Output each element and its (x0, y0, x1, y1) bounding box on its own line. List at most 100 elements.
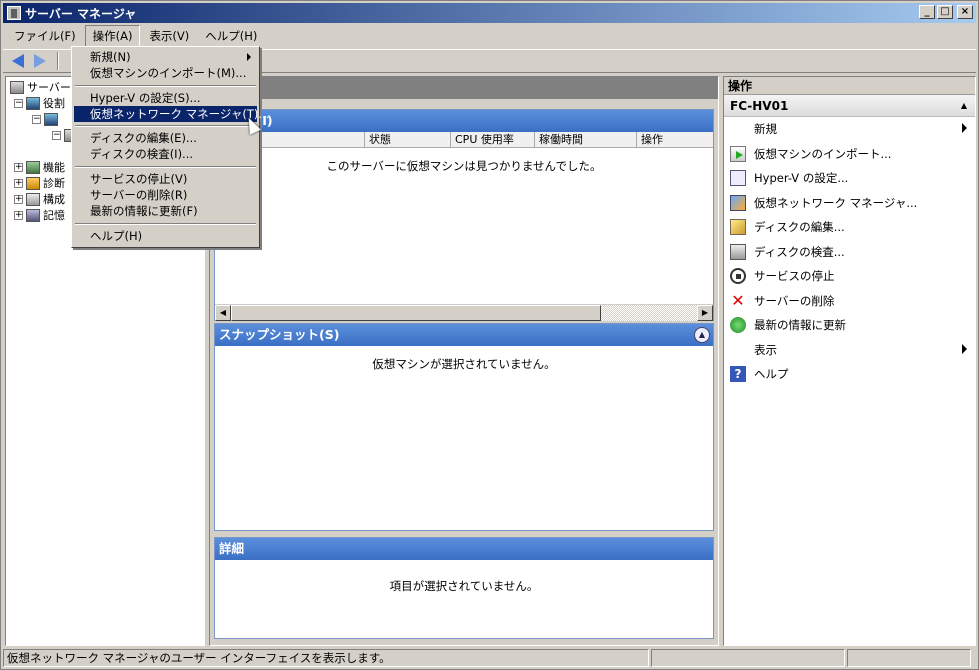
storage-icon (26, 208, 40, 222)
expand-icon[interactable]: + (14, 194, 23, 204)
forward-arrow-icon (34, 54, 46, 68)
menu-inspect-disk[interactable]: ディスクの検査(I)... (74, 146, 257, 162)
menu-refresh[interactable]: 最新の情報に更新(F) (74, 203, 257, 219)
tree-item-root[interactable]: サーバー (10, 79, 71, 95)
close-button[interactable]: × (957, 5, 973, 19)
column-uptime[interactable]: 稼働時間 (535, 132, 637, 147)
tree-item-storage[interactable]: + 記憶 (14, 207, 65, 223)
status-cell-2 (651, 649, 845, 667)
column-cpu[interactable]: CPU 使用率 (451, 132, 535, 147)
scroll-left-icon[interactable]: ◀ (215, 304, 231, 321)
action-new[interactable]: 新規 (724, 117, 975, 142)
roles-icon (26, 96, 40, 110)
menu-virtual-network-manager[interactable]: 仮想ネットワーク マネージャ(T)... (74, 105, 269, 123)
action-label: ディスクの検査... (754, 244, 845, 259)
help-icon: ? (730, 366, 746, 382)
menu-bar: ファイル(F) 操作(A) 表示(V) ヘルプ(H) (3, 25, 976, 47)
actions-pane: 操作 FC-HV01 ▲ 新規 仮想マシンのインポート... Hyper-V の… (723, 76, 976, 646)
delete-icon: ✕ (731, 290, 745, 310)
tree-item-diagnostics[interactable]: + 診断 (14, 175, 65, 191)
menu-new[interactable]: 新規(N) (74, 49, 257, 65)
action-stop-service[interactable]: サービスの停止 (724, 264, 975, 289)
toolbar-separator (57, 52, 59, 70)
action-virtual-network-manager[interactable]: 仮想ネットワーク マネージャ... (724, 191, 975, 216)
scrollbar-thumb[interactable] (231, 304, 601, 321)
menu-help[interactable]: ヘルプ(H) (74, 228, 257, 244)
menu-view[interactable]: 表示(V) (142, 26, 196, 46)
menu-stop-service[interactable]: サービスの停止(V) (74, 171, 257, 187)
menu-action[interactable]: 操作(A) (84, 25, 141, 47)
menu-edit-disk[interactable]: ディスクの編集(E)... (74, 130, 257, 146)
scroll-right-icon[interactable]: ▶ (697, 304, 713, 321)
expand-icon[interactable]: + (14, 178, 23, 188)
action-refresh[interactable]: 最新の情報に更新 (724, 313, 975, 338)
column-operation[interactable]: 操作 (637, 132, 713, 147)
tree-item-configuration[interactable]: + 構成 (14, 191, 65, 207)
action-hyperv-settings[interactable]: Hyper-V の設定... (724, 166, 975, 191)
expand-icon[interactable]: + (14, 210, 23, 220)
horizontal-scrollbar[interactable]: ◀ ▶ (215, 304, 713, 321)
configuration-icon (26, 192, 40, 206)
tree-item-features[interactable]: + 機能 (14, 159, 65, 175)
action-edit-disk[interactable]: ディスクの編集... (724, 215, 975, 240)
menu-separator (74, 82, 257, 90)
menu-separator (74, 163, 257, 171)
actions-title: 操作 (724, 77, 975, 95)
action-label: ヘルプ (754, 367, 789, 382)
action-group-header[interactable]: FC-HV01 ▲ (724, 95, 975, 117)
snapshot-title-text: スナップショット(S) (219, 327, 340, 342)
tree-item-hyperv[interactable]: − (32, 111, 61, 127)
action-remove-server[interactable]: ✕ サーバーの削除 (724, 289, 975, 314)
details-pane: 01 マシン(I) 状態 CPU 使用率 稼働時間 操作 このサーバーに仮想マシ… (209, 76, 719, 646)
action-help[interactable]: ? ヘルプ (724, 362, 975, 387)
menu-hyperv-settings[interactable]: Hyper-V の設定(S)... (74, 90, 257, 106)
vm-column-header: 状態 CPU 使用率 稼働時間 操作 (215, 132, 713, 148)
column-state[interactable]: 状態 (365, 132, 451, 147)
tree-label: 役割 (43, 97, 65, 110)
collapse-section-icon[interactable]: ▲ (694, 327, 710, 343)
vm-section-title[interactable]: マシン(I) (215, 110, 713, 132)
action-label: 最新の情報に更新 (754, 318, 846, 333)
hyperv-icon (44, 112, 58, 126)
snapshot-section-title[interactable]: スナップショット(S) ▲ (215, 324, 713, 346)
forward-button[interactable] (31, 52, 49, 70)
submenu-arrow-icon (962, 123, 967, 133)
virtual-machines-section: マシン(I) 状態 CPU 使用率 稼働時間 操作 このサーバーに仮想マシンは見… (214, 109, 714, 321)
tree-label: サーバー (27, 81, 71, 94)
submenu-arrow-icon (247, 53, 251, 61)
tree-item-roles[interactable]: − 役割 (14, 95, 65, 111)
action-inspect-disk[interactable]: ディスクの検査... (724, 240, 975, 265)
minimize-button[interactable]: _ (919, 5, 935, 19)
inspect-disk-icon (730, 243, 746, 260)
detail-empty-message: 項目が選択されていません。 (389, 579, 539, 593)
action-label: Hyper-V の設定... (754, 171, 849, 186)
expand-icon[interactable]: + (14, 162, 23, 172)
scrollbar-track[interactable] (601, 304, 697, 321)
action-label: 新規 (754, 122, 777, 137)
back-button[interactable] (9, 52, 27, 70)
action-view[interactable]: 表示 (724, 338, 975, 363)
action-label: 仮想ネットワーク マネージャ... (754, 195, 918, 210)
menu-separator (74, 122, 257, 130)
action-import-vm[interactable]: 仮想マシンのインポート... (724, 142, 975, 167)
collapse-caret-icon[interactable]: ▲ (961, 95, 967, 117)
maximize-button[interactable]: □ (937, 5, 953, 19)
menu-remove-server[interactable]: サーバーの削除(R) (74, 187, 257, 203)
detail-section-title[interactable]: 詳細 (215, 538, 713, 560)
diagnostics-icon (26, 176, 40, 190)
menu-file[interactable]: ファイル(F) (7, 26, 83, 46)
features-icon (26, 160, 40, 174)
collapse-icon[interactable]: − (14, 98, 23, 108)
menu-item-label: 新規(N) (90, 50, 131, 64)
action-group-label: FC-HV01 (730, 99, 789, 113)
title-bar[interactable]: サーバー マネージャ _ □ × (3, 3, 976, 23)
collapse-icon[interactable]: − (52, 130, 61, 140)
snapshot-empty-message: 仮想マシンが選択されていません。 (372, 357, 556, 371)
action-label: サーバーの削除 (754, 293, 835, 308)
collapse-icon[interactable]: − (32, 114, 41, 124)
menu-help[interactable]: ヘルプ(H) (198, 26, 264, 46)
submenu-arrow-icon (962, 343, 967, 354)
menu-import-vm[interactable]: 仮想マシンのインポート(M)... (74, 65, 257, 81)
vm-empty-message: このサーバーに仮想マシンは見つかりませんでした。 (326, 159, 602, 173)
stop-icon (730, 268, 746, 284)
